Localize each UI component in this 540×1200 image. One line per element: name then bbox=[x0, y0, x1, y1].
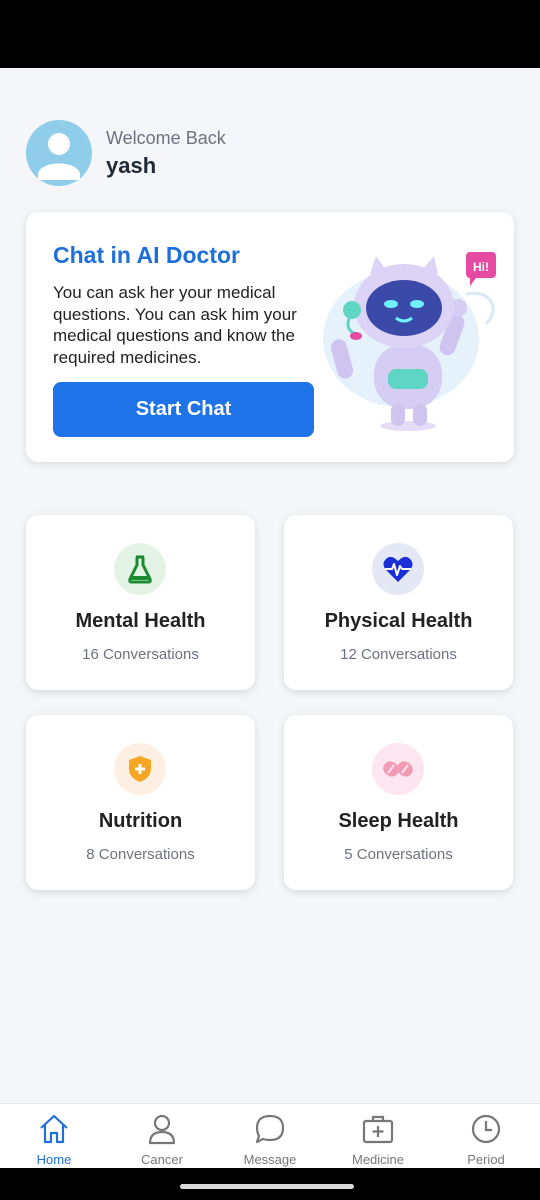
ai-doctor-card: Chat in AI Doctor You can ask her your m… bbox=[26, 212, 514, 462]
flask-icon bbox=[114, 543, 166, 595]
category-count: 8 Conversations bbox=[86, 846, 195, 863]
shield-plus-icon bbox=[114, 743, 166, 795]
ai-doctor-description: You can ask her your medical questions. … bbox=[53, 283, 297, 367]
category-title: Physical Health bbox=[324, 610, 473, 632]
ai-doctor-title: Chat in AI Doctor bbox=[53, 242, 240, 268]
category-title: Mental Health bbox=[75, 610, 206, 632]
category-title: Nutrition bbox=[98, 810, 183, 832]
nav-label: Message bbox=[243, 1152, 297, 1167]
start-chat-button[interactable]: Start Chat bbox=[53, 382, 314, 437]
nav-item-home[interactable]: Home bbox=[0, 1104, 108, 1168]
robot-illustration: Hi! bbox=[323, 252, 496, 431]
category-card-mental-health[interactable]: Mental Health 16 Conversations bbox=[26, 515, 255, 690]
gesture-handle[interactable] bbox=[180, 1184, 354, 1189]
nav-item-medicine[interactable]: Medicine bbox=[324, 1104, 432, 1168]
category-card-sleep-health[interactable]: Sleep Health 5 Conversations bbox=[284, 715, 513, 890]
clock-icon bbox=[471, 1114, 501, 1144]
bottom-nav: Home Cancer Message Medicine Period bbox=[0, 1103, 540, 1168]
chat-bubble-icon bbox=[255, 1114, 285, 1144]
home-icon bbox=[40, 1114, 68, 1144]
category-card-nutrition[interactable]: Nutrition 8 Conversations bbox=[26, 715, 255, 890]
profile-header: Welcome Back yash bbox=[26, 120, 226, 186]
nav-label: Period bbox=[467, 1152, 505, 1167]
status-bar bbox=[0, 0, 540, 68]
welcome-text: Welcome Back bbox=[106, 127, 226, 148]
user-avatar-icon bbox=[29, 123, 89, 183]
username: yash bbox=[106, 152, 157, 178]
category-card-physical-health[interactable]: Physical Health 12 Conversations bbox=[284, 515, 513, 690]
pills-icon bbox=[372, 743, 424, 795]
heart-pulse-icon bbox=[372, 543, 424, 595]
category-count: 16 Conversations bbox=[82, 646, 199, 663]
category-title: Sleep Health bbox=[338, 810, 459, 832]
system-navigation-area bbox=[0, 1168, 540, 1200]
nav-label: Home bbox=[36, 1152, 72, 1167]
robot-hi-badge: Hi! bbox=[473, 260, 489, 274]
nav-item-cancer[interactable]: Cancer bbox=[108, 1104, 216, 1168]
person-icon bbox=[148, 1114, 176, 1145]
medkit-icon bbox=[362, 1115, 394, 1144]
nav-label: Medicine bbox=[351, 1152, 405, 1167]
nav-item-period[interactable]: Period bbox=[432, 1104, 540, 1168]
category-count: 5 Conversations bbox=[344, 846, 453, 863]
nav-label: Cancer bbox=[141, 1152, 183, 1167]
nav-item-message[interactable]: Message bbox=[216, 1104, 324, 1168]
avatar[interactable] bbox=[26, 120, 92, 186]
category-count: 12 Conversations bbox=[340, 646, 457, 663]
